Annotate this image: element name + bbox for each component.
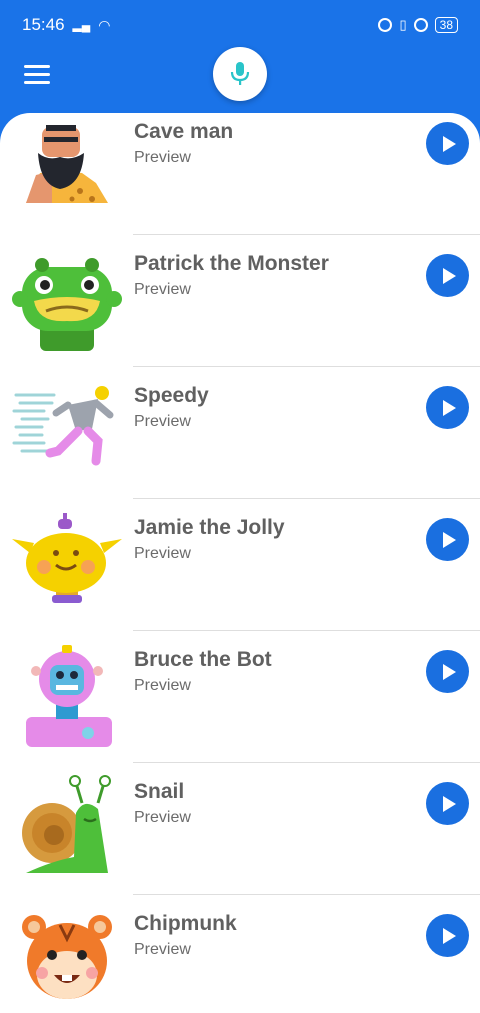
voice-row-speedy[interactable]: Speedy Preview xyxy=(0,367,480,499)
wifi-icon: ◠ xyxy=(98,16,111,33)
yellow-jolly-avatar xyxy=(12,513,122,603)
voice-list: Cave man Preview Patrick the Monster Pre… xyxy=(0,113,480,1013)
microphone-button[interactable] xyxy=(213,47,267,101)
voice-preview-label: Preview xyxy=(134,809,191,826)
play-button[interactable] xyxy=(426,122,469,165)
play-button[interactable] xyxy=(426,782,469,825)
play-icon xyxy=(443,531,456,548)
lock-rotation-icon xyxy=(413,18,428,32)
play-icon xyxy=(443,399,456,416)
voice-row-caveman[interactable]: Cave man Preview xyxy=(0,113,480,235)
chipmunk-avatar xyxy=(22,915,112,999)
voice-name: Jamie the Jolly xyxy=(134,516,285,539)
hamburger-menu-icon[interactable] xyxy=(24,65,50,85)
status-bar: 15:46 ▂▄ ◠ ▯ 38 xyxy=(0,0,480,50)
play-icon xyxy=(443,267,456,284)
app-bar xyxy=(0,47,480,114)
microphone-icon xyxy=(230,62,250,85)
voice-preview-label: Preview xyxy=(134,941,191,958)
robot-avatar xyxy=(26,645,112,747)
play-button[interactable] xyxy=(426,518,469,561)
voice-preview-label: Preview xyxy=(134,677,191,694)
voice-name: Snail xyxy=(134,780,185,803)
play-icon xyxy=(443,135,456,152)
voice-row-jamie[interactable]: Jamie the Jolly Preview xyxy=(0,499,480,631)
data-saver-icon xyxy=(378,18,393,32)
running-figure-avatar xyxy=(12,386,114,466)
voice-preview-label: Preview xyxy=(134,149,191,166)
battery-indicator: 38 xyxy=(434,17,458,33)
voice-name: Chipmunk xyxy=(134,912,237,935)
vibrate-icon: ▯ xyxy=(399,17,407,32)
voice-name: Patrick the Monster xyxy=(134,252,329,275)
voice-row-snail[interactable]: Snail Preview xyxy=(0,763,480,895)
status-time: 15:46 xyxy=(22,15,65,34)
green-monster-avatar xyxy=(12,258,122,351)
voice-preview-label: Preview xyxy=(134,281,191,298)
play-button[interactable] xyxy=(426,914,469,957)
play-icon xyxy=(443,927,456,944)
voice-row-patrick[interactable]: Patrick the Monster Preview xyxy=(0,235,480,367)
voice-preview-label: Preview xyxy=(134,545,191,562)
play-icon xyxy=(443,795,456,812)
play-button[interactable] xyxy=(426,386,469,429)
voice-preview-label: Preview xyxy=(134,413,191,430)
caveman-avatar xyxy=(26,125,108,203)
snail-avatar xyxy=(22,775,111,873)
voice-name: Speedy xyxy=(134,384,209,407)
play-button[interactable] xyxy=(426,254,469,297)
play-icon xyxy=(443,663,456,680)
voice-name: Bruce the Bot xyxy=(134,648,272,671)
voice-row-chipmunk[interactable]: Chipmunk Preview xyxy=(0,895,480,1013)
voice-name: Cave man xyxy=(134,120,234,143)
signal-icon: ▂▄ xyxy=(72,18,91,32)
play-button[interactable] xyxy=(426,650,469,693)
voice-row-bruce[interactable]: Bruce the Bot Preview xyxy=(0,631,480,763)
